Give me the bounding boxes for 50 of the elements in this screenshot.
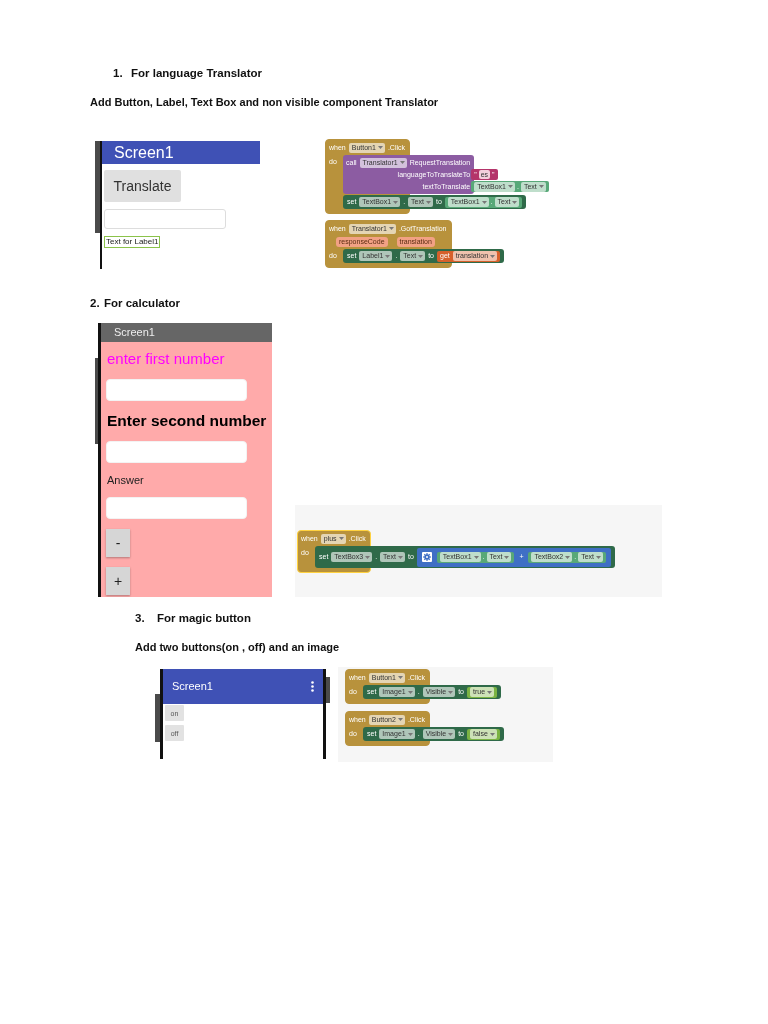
- instruction-text: Add two buttons(on , off) and an image: [135, 640, 340, 655]
- label-text: Text for Label1: [104, 236, 161, 248]
- menu-icon[interactable]: [311, 681, 314, 692]
- app-button[interactable]: Translate: [104, 170, 181, 202]
- caret-icon: [397, 718, 403, 721]
- phone-edge: [326, 677, 330, 703]
- caret-icon: [393, 200, 399, 204]
- caret-icon: [512, 200, 518, 204]
- caret-icon: [397, 676, 403, 679]
- label-text: Answer: [106, 473, 145, 487]
- caret-icon: [407, 690, 413, 694]
- section-heading: For magic button: [157, 611, 251, 626]
- phone-edge: [155, 694, 160, 742]
- section-heading: For language Translator: [131, 66, 262, 81]
- caret-icon: [504, 555, 510, 559]
- caret-icon: [489, 732, 495, 736]
- caret-icon: [507, 185, 513, 188]
- caret-icon: [487, 690, 493, 694]
- caret-icon: [385, 254, 391, 258]
- screen-title: Screen1: [172, 680, 213, 693]
- caret-icon: [565, 555, 571, 559]
- label-text: enter first number: [106, 349, 226, 369]
- caret-icon: [365, 555, 371, 559]
- gear-icon[interactable]: [421, 552, 432, 562]
- app-button[interactable]: -: [106, 529, 130, 557]
- caret-icon: [388, 227, 394, 230]
- app-button[interactable]: +: [106, 567, 130, 595]
- caret-icon: [338, 537, 344, 540]
- caret-icon: [407, 732, 413, 736]
- screen-title: Screen1: [114, 143, 174, 162]
- caret-icon: [490, 254, 496, 258]
- instruction-text: Add Button, Label, Text Box and non visible component Translator: [90, 95, 439, 110]
- list-number: 2.: [90, 296, 101, 311]
- caret-icon: [596, 555, 602, 559]
- caret-icon: [399, 161, 405, 164]
- caret-icon: [473, 555, 479, 559]
- text-box-field[interactable]: [104, 209, 226, 229]
- caret-icon: [448, 690, 454, 694]
- caret-icon: [418, 254, 424, 258]
- caret-icon: [377, 146, 383, 149]
- caret-icon: [425, 200, 431, 204]
- list-number: 3.: [135, 611, 146, 626]
- screen-title: Screen1: [114, 326, 155, 339]
- caret-icon: [397, 555, 403, 559]
- section-heading: For calculator: [104, 296, 181, 311]
- caret-icon: [448, 732, 454, 736]
- list-number: 1.: [113, 66, 124, 81]
- caret-icon: [538, 185, 544, 188]
- label-text: Enter second number: [106, 411, 268, 431]
- caret-icon: [481, 200, 487, 204]
